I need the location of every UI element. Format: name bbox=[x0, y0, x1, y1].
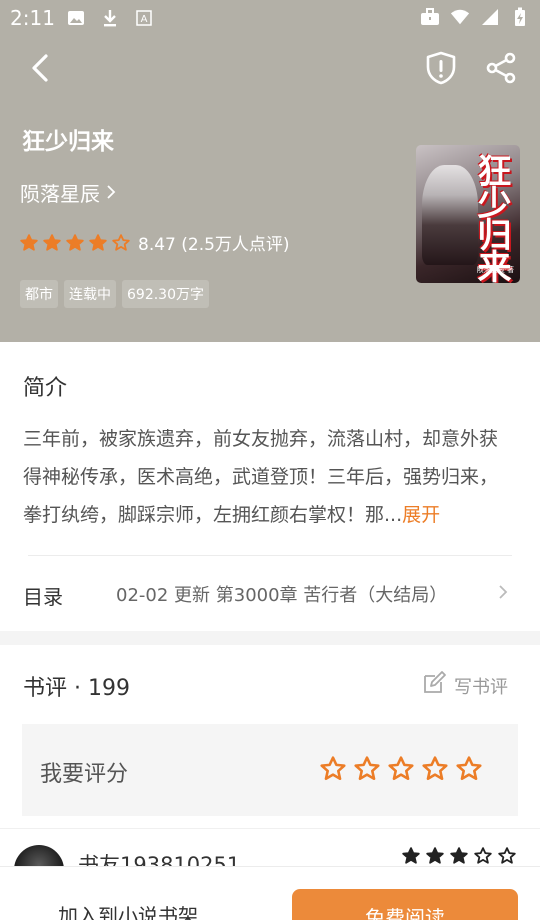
star-icon bbox=[43, 233, 61, 251]
star-icon bbox=[402, 847, 420, 864]
divider bbox=[28, 555, 512, 556]
rate-box: 我要评分 bbox=[22, 724, 518, 816]
cover-title: 狂少归来 bbox=[471, 153, 511, 281]
add-to-shelf-button[interactable]: 加入到小说书架 bbox=[58, 900, 198, 920]
battery-icon bbox=[510, 7, 530, 27]
chevron-right-icon bbox=[106, 181, 116, 205]
rate-stars[interactable] bbox=[320, 756, 482, 782]
write-review-button[interactable]: 写书评 bbox=[422, 671, 508, 700]
star-icon bbox=[456, 756, 482, 781]
chevron-left-icon bbox=[30, 53, 50, 87]
star-icon bbox=[388, 756, 414, 781]
wifi-icon bbox=[450, 7, 470, 27]
cover-author: 陨落星辰·著 bbox=[476, 266, 514, 274]
write-review-label: 写书评 bbox=[454, 676, 508, 698]
share-icon bbox=[485, 52, 517, 88]
rate-label: 我要评分 bbox=[40, 762, 129, 787]
book-title: 狂少归来 bbox=[22, 129, 114, 155]
toc-latest-update[interactable]: 02-02 更新 第3000章 苦行者（大结局） bbox=[116, 581, 447, 607]
status-time: 2:11 bbox=[10, 6, 55, 30]
share-button[interactable] bbox=[481, 50, 521, 90]
star-icon bbox=[474, 847, 492, 864]
briefcase-icon bbox=[420, 7, 440, 27]
bottom-bar: 加入到小说书架 免费阅读 bbox=[0, 866, 540, 920]
star-icon bbox=[20, 233, 38, 251]
star-icon bbox=[426, 847, 444, 864]
back-button[interactable] bbox=[22, 52, 58, 88]
reviewer-stars bbox=[402, 847, 516, 865]
star-icon bbox=[66, 233, 84, 251]
svg-text:A: A bbox=[141, 14, 148, 25]
star-icon bbox=[498, 847, 516, 864]
tag-genre[interactable]: 都市 bbox=[20, 280, 58, 308]
intro-heading: 简介 bbox=[23, 376, 68, 401]
image-icon bbox=[66, 8, 86, 28]
toc-label[interactable]: 目录 bbox=[23, 581, 63, 610]
rating-stars bbox=[20, 233, 130, 252]
status-bar: 2:11 A bbox=[0, 0, 540, 36]
report-button[interactable] bbox=[421, 50, 461, 90]
star-icon bbox=[422, 756, 448, 781]
signal-icon bbox=[480, 7, 500, 27]
rating-text: 8.47 (2.5万人点评) bbox=[138, 235, 290, 255]
shield-alert-icon bbox=[425, 51, 457, 89]
author-link[interactable]: 陨落星辰 bbox=[20, 178, 116, 207]
star-icon bbox=[112, 233, 130, 251]
intro-text[interactable]: 三年前，被家族遗弃，前女友抛弃，流落山村，却意外获得神秘传承，医术高绝，武道登顶… bbox=[23, 420, 508, 534]
star-icon bbox=[354, 756, 380, 781]
star-icon bbox=[89, 233, 107, 251]
author-name: 陨落星辰 bbox=[20, 182, 100, 206]
edit-icon bbox=[422, 671, 446, 700]
tag-wordcount: 692.30万字 bbox=[122, 280, 209, 308]
tag-status: 连载中 bbox=[64, 280, 116, 308]
font-icon: A bbox=[134, 8, 154, 28]
chevron-right-icon[interactable] bbox=[497, 583, 509, 605]
rating-row: 8.47 (2.5万人点评) bbox=[20, 230, 290, 255]
reviews-heading: 书评 · 199 bbox=[23, 676, 130, 701]
free-read-button[interactable]: 免费阅读 bbox=[292, 889, 518, 920]
star-icon bbox=[320, 756, 346, 781]
star-icon bbox=[450, 847, 468, 864]
download-icon bbox=[100, 8, 120, 28]
book-tags: 都市 连载中 692.30万字 bbox=[20, 280, 209, 308]
expand-link[interactable]: 展开 bbox=[402, 504, 440, 526]
book-cover[interactable]: 狂少归来 陨落星辰·著 bbox=[416, 145, 520, 283]
